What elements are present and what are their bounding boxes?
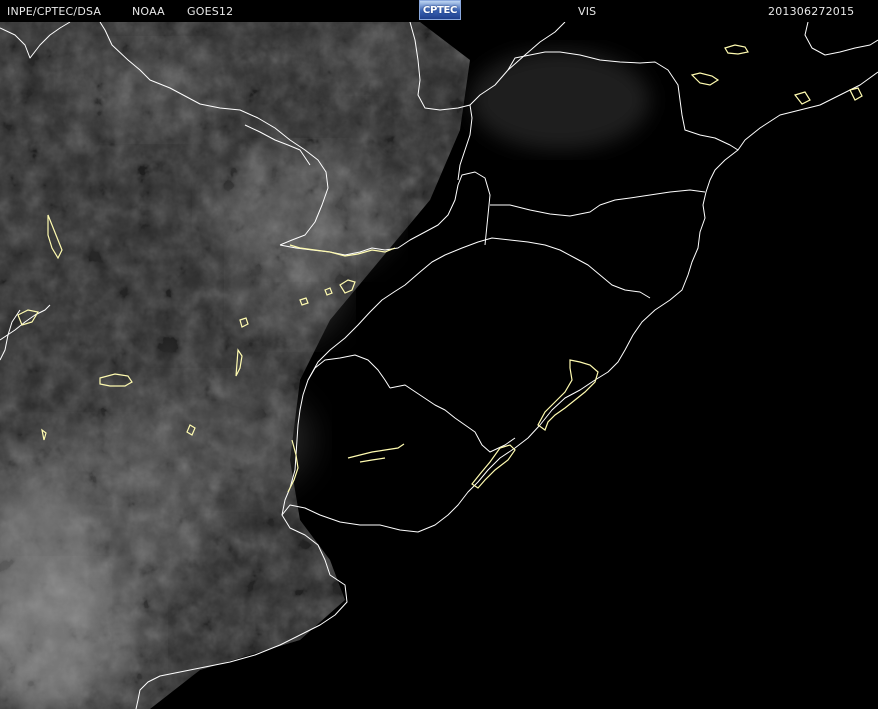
agency-label: INPE/CPTEC/DSA — [7, 5, 102, 18]
channel-label: VIS — [578, 5, 597, 18]
cptec-logo-text: CPTEC — [422, 4, 458, 16]
image-header: INPE/CPTEC/DSA NOAA GOES12 CPTEC VIS 201… — [0, 0, 878, 22]
satellite-image-frame: INPE/CPTEC/DSA NOAA GOES12 CPTEC VIS 201… — [0, 0, 878, 709]
timestamp-label: 201306272015 — [768, 5, 855, 18]
cloud-patch-7 — [470, 50, 650, 150]
source-label: NOAA — [132, 5, 165, 18]
satellite-map — [0, 0, 878, 709]
cptec-logo: CPTEC — [419, 0, 461, 20]
satellite-label: GOES12 — [187, 5, 234, 18]
